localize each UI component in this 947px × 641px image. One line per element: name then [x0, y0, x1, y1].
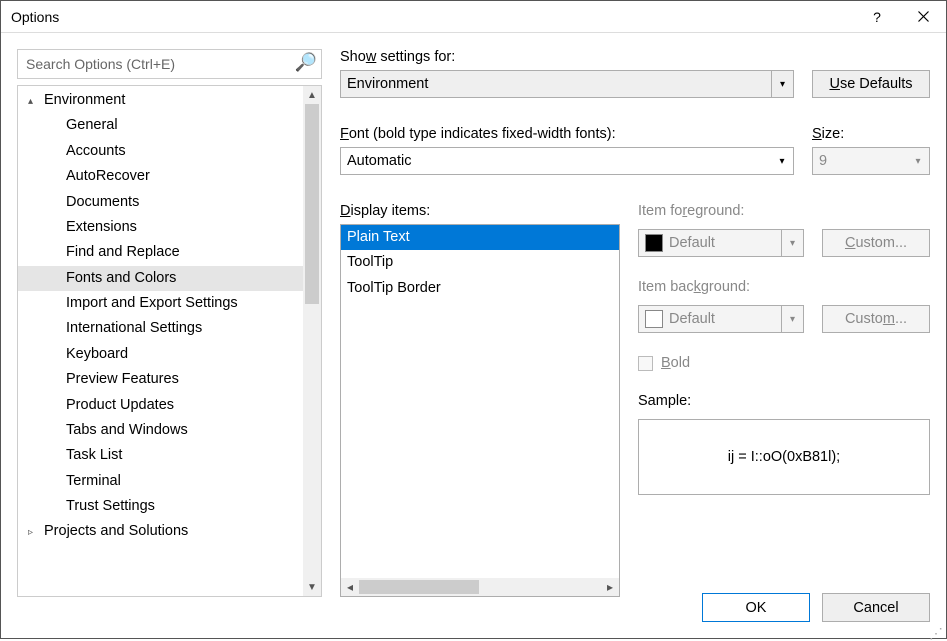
color-swatch: [645, 234, 663, 252]
tree-node[interactable]: International Settings: [18, 316, 303, 341]
display-items-listbox[interactable]: Plain Text ToolTip ToolTip Border ◂ ▸: [340, 224, 620, 597]
close-icon: [918, 11, 929, 22]
tree-node[interactable]: Find and Replace: [18, 240, 303, 265]
display-items-label: Display items:: [340, 203, 620, 219]
fg-custom-button[interactable]: Custom...: [822, 229, 930, 257]
tree-node[interactable]: Preview Features: [18, 367, 303, 392]
tree-node[interactable]: Accounts: [18, 139, 303, 164]
tree-node[interactable]: Product Updates: [18, 393, 303, 418]
chevron-down-icon: ▾: [781, 230, 803, 256]
scrollbar-thumb[interactable]: [359, 580, 479, 594]
tree-node[interactable]: AutoRecover: [18, 164, 303, 189]
cancel-button[interactable]: Cancel: [822, 593, 930, 622]
resize-grip[interactable]: ⋰: [930, 622, 944, 636]
chevron-down-icon: ▾: [771, 71, 793, 97]
item-fg-label: Item foreground:: [638, 203, 930, 219]
tree-scrollbar[interactable]: ▲ ▼: [303, 86, 321, 596]
listbox-hscrollbar[interactable]: ◂ ▸: [341, 578, 619, 596]
item-bg-select[interactable]: Default ▾: [638, 305, 804, 333]
scroll-down-icon[interactable]: ▼: [303, 578, 321, 596]
tree-node[interactable]: Import and Export Settings: [18, 291, 303, 316]
tree-node[interactable]: Task List: [18, 443, 303, 468]
font-label: Font (bold type indicates fixed-width fo…: [340, 126, 794, 142]
window-title: Options: [11, 9, 854, 25]
close-button[interactable]: [900, 1, 946, 33]
show-settings-select[interactable]: Environment ▾: [340, 70, 794, 98]
scroll-up-icon[interactable]: ▲: [303, 86, 321, 104]
scrollbar-thumb[interactable]: [305, 104, 319, 304]
tree-node[interactable]: Keyboard: [18, 342, 303, 367]
chevron-down-icon: ▾: [781, 306, 803, 332]
sample-label: Sample:: [638, 393, 930, 409]
tree-node[interactable]: General: [18, 113, 303, 138]
ok-button[interactable]: OK: [702, 593, 810, 622]
scroll-right-icon[interactable]: ▸: [601, 580, 619, 594]
tree-node[interactable]: Trust Settings: [18, 494, 303, 519]
scroll-left-icon[interactable]: ◂: [341, 580, 359, 594]
tree-node-fonts-colors[interactable]: Fonts and Colors: [18, 266, 303, 291]
sample-box: ij = I::oO(0xB81l);: [638, 419, 930, 495]
caret-down-icon: ▴: [28, 93, 40, 111]
tree-node-environment[interactable]: ▴Environment: [18, 88, 303, 113]
tree-node-projects[interactable]: ▹Projects and Solutions: [18, 519, 303, 544]
chevron-down-icon: ▾: [907, 148, 929, 174]
tree-node[interactable]: Tabs and Windows: [18, 418, 303, 443]
list-item[interactable]: ToolTip: [341, 250, 619, 275]
color-swatch: [645, 310, 663, 328]
search-input[interactable]: [18, 50, 321, 78]
tree-node[interactable]: Documents: [18, 190, 303, 215]
bg-custom-button[interactable]: Custom...: [822, 305, 930, 333]
list-item[interactable]: ToolTip Border: [341, 276, 619, 301]
checkbox-box: [638, 356, 653, 371]
caret-right-icon: ▹: [28, 524, 40, 542]
show-settings-label: Show settings for:: [340, 49, 794, 65]
item-fg-select[interactable]: Default ▾: [638, 229, 804, 257]
search-icon: 🔍: [295, 52, 317, 73]
use-defaults-button[interactable]: Use Defaults: [812, 70, 930, 98]
size-select[interactable]: 9 ▾: [812, 147, 930, 175]
list-item[interactable]: Plain Text: [341, 225, 619, 250]
chevron-down-icon: ▾: [771, 148, 793, 174]
help-button[interactable]: ?: [854, 1, 900, 33]
tree-node[interactable]: Terminal: [18, 469, 303, 494]
tree-node[interactable]: Extensions: [18, 215, 303, 240]
item-bg-label: Item background:: [638, 279, 930, 295]
bold-checkbox[interactable]: Bold: [638, 355, 930, 371]
font-select[interactable]: Automatic ▾: [340, 147, 794, 175]
options-tree[interactable]: ▴Environment General Accounts AutoRecove…: [17, 85, 322, 597]
size-label: Size:: [812, 126, 930, 142]
